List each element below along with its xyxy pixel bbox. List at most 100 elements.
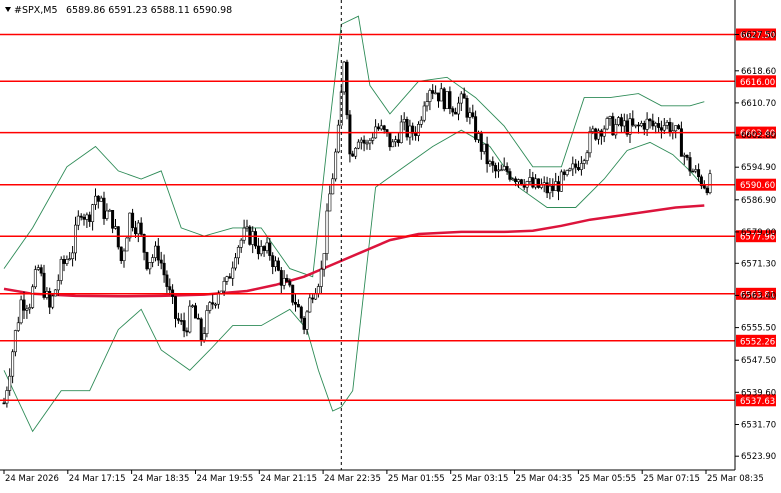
candle-body <box>8 375 12 391</box>
candle-body <box>436 92 440 102</box>
candle-body <box>382 125 386 130</box>
candle-body <box>179 320 183 322</box>
candle-body <box>128 212 132 239</box>
candle-body <box>105 210 109 219</box>
candle-body <box>448 91 452 109</box>
candle-body <box>682 154 686 157</box>
time-tick-label: 25 Mar 03:15 <box>452 474 509 484</box>
candle-body <box>648 118 652 122</box>
candle-body <box>362 139 366 144</box>
candle-body <box>574 163 578 168</box>
candle-body <box>659 127 663 131</box>
level-label: 6590.60 <box>740 181 775 191</box>
candle-body <box>2 402 6 405</box>
candle-body <box>74 224 78 254</box>
candle-body <box>265 242 269 251</box>
candle-body <box>396 139 400 143</box>
price-tick-label: 6594.90 <box>741 163 776 173</box>
candle-body <box>239 239 243 248</box>
candle-body <box>371 137 375 141</box>
candle-body <box>196 317 200 320</box>
candle-body <box>65 259 69 264</box>
candle-body <box>702 185 706 189</box>
candle-body <box>476 133 480 140</box>
price-tick-label: 6571.30 <box>741 259 776 269</box>
candle-body <box>316 286 320 294</box>
candle-body <box>422 105 426 121</box>
candle-body <box>191 305 195 308</box>
candle-body <box>134 227 138 235</box>
candle-body <box>33 269 37 288</box>
candle-body <box>151 257 155 263</box>
ohlc-values: 6589.86 6591.23 6588.11 6590.98 <box>66 5 232 16</box>
candle-body <box>434 92 438 95</box>
candle-body <box>508 171 512 180</box>
candle-body <box>159 259 163 264</box>
candle-body <box>82 216 86 220</box>
candle-body <box>488 161 492 165</box>
candle-body <box>588 131 592 154</box>
level-label: 6616.00 <box>740 78 775 88</box>
candle-body <box>208 302 212 311</box>
candle-body <box>96 195 100 202</box>
candle-body <box>351 153 355 157</box>
candle-body <box>496 169 500 172</box>
candle-body <box>562 171 566 175</box>
time-tick-label: 25 Mar 07:15 <box>643 474 700 484</box>
candle-body <box>451 108 455 113</box>
candle-body <box>619 117 623 127</box>
candle-body <box>631 118 635 126</box>
candle-body <box>22 299 26 311</box>
price-tick-label: 6523.90 <box>741 452 776 462</box>
candle-body <box>468 112 472 118</box>
candle-body <box>296 303 300 308</box>
candle-body <box>154 245 158 258</box>
candle-body <box>579 163 583 170</box>
candle-body <box>268 242 272 256</box>
candle-body <box>199 318 203 341</box>
candle-body <box>608 116 612 119</box>
candle-body <box>459 93 463 104</box>
candle-body <box>19 299 23 324</box>
candle-body <box>108 210 112 212</box>
candle-body <box>688 157 692 172</box>
candle-body <box>454 111 458 115</box>
chart-window[interactable]: 6627.50 6616.00 6603.40 6590.60 6577.96 6563.… <box>0 0 781 489</box>
candle-body <box>322 253 326 270</box>
candle-body <box>293 301 297 305</box>
time-tick-label: 24 Mar 2026 <box>5 474 59 484</box>
candle-body <box>431 90 435 94</box>
candle-body <box>445 91 449 110</box>
candle-body <box>94 195 98 205</box>
candle-body <box>142 234 146 253</box>
candle-body <box>345 61 349 116</box>
candle-body <box>176 318 180 321</box>
candle-body <box>456 102 460 115</box>
candle-body <box>534 178 538 188</box>
candle-body <box>145 252 149 270</box>
candle-body <box>308 297 312 313</box>
candle-body <box>305 311 309 330</box>
price-tick-label: 6579.00 <box>741 228 776 238</box>
candle-body <box>636 124 640 127</box>
candle-body <box>214 303 218 306</box>
candle-body <box>5 390 9 404</box>
candle-body <box>99 197 103 202</box>
candle-body <box>462 93 466 99</box>
price-tick-label: 6586.90 <box>741 196 776 206</box>
price-chart[interactable]: 6627.506616.006603.406590.606577.966563.… <box>0 0 781 489</box>
candle-body <box>348 114 352 155</box>
candle-body <box>694 169 698 172</box>
candle-body <box>657 123 661 128</box>
candle-body <box>568 168 572 171</box>
candle-body <box>28 307 32 310</box>
candle-body <box>174 296 178 319</box>
candle-body <box>516 179 520 183</box>
candle-body <box>242 227 246 241</box>
candle-body <box>102 197 106 219</box>
candle-body <box>548 185 552 194</box>
candle-body <box>259 246 263 255</box>
candle-body <box>685 154 689 158</box>
candle-body <box>194 305 198 319</box>
time-tick-label: 24 Mar 17:15 <box>69 474 126 484</box>
